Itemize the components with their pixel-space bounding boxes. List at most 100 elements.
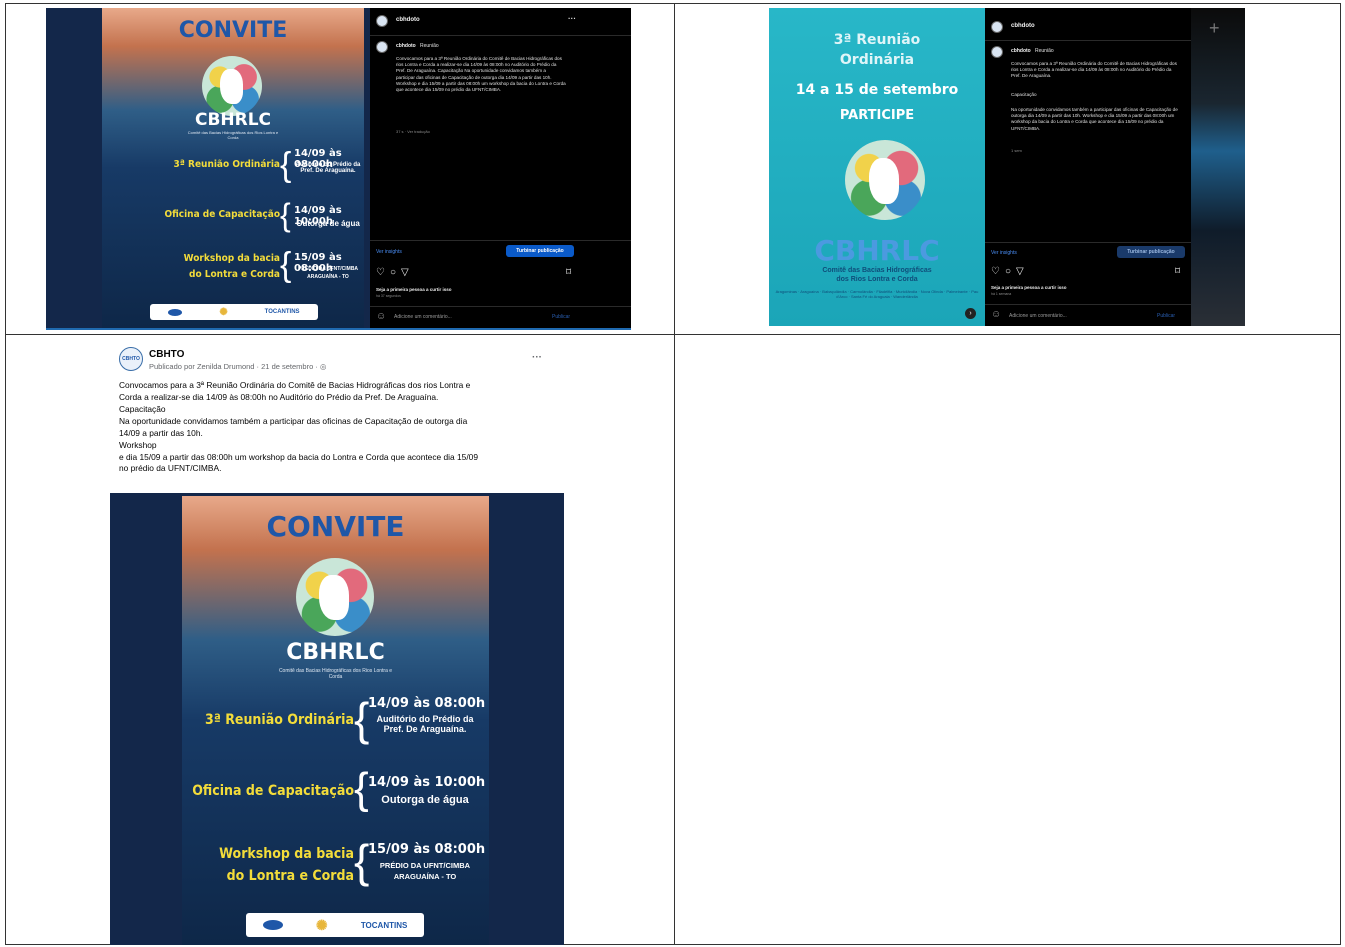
caption-avatar-2 [991, 46, 1003, 58]
comment-input[interactable]: Adicione um comentário... [394, 314, 452, 320]
fb-basin-logo [296, 558, 374, 636]
caption-username[interactable]: cbhdoto [396, 43, 416, 49]
poster-title: CONVITE [178, 18, 288, 43]
post-date: há 37 segundos [376, 294, 401, 298]
caption-text-2b: Capacitação [1011, 92, 1037, 97]
poster-item1-note: Auditório do Prédio da Pref. De Araguaín… [295, 162, 361, 174]
fb-poster-item2-title: Oficina de Capacitação [192, 783, 354, 799]
sun-icon: ✺ [219, 306, 228, 318]
bookmark-icon[interactable]: ⌑ [566, 267, 571, 278]
post-line-2: Corda a realizar-se dia 14/09 às 08:00h … [119, 391, 439, 402]
post-line-7: e dia 15/09 a partir das 08:00h um works… [119, 451, 478, 462]
actions-divider [370, 240, 631, 241]
teal-cta: PARTICIPE [839, 108, 915, 123]
fb-poster-item2-date: 14/09 às 10:00h [368, 775, 486, 790]
teal-line2: Ordinária [839, 52, 915, 68]
poster-item3-title-1: Workshop da bacia [183, 253, 280, 264]
header-divider-2 [985, 40, 1191, 41]
profile-username[interactable]: cbhdoto [396, 17, 420, 23]
grid-divider-vertical [674, 4, 675, 944]
page-name[interactable]: CBHTO [149, 349, 184, 360]
view-insights-link[interactable]: Ver insights [376, 249, 402, 255]
basin-logo [202, 56, 262, 116]
caption-username-2[interactable]: cbhdoto [1011, 48, 1031, 54]
fb-poster-item3-note-1: PRÉDIO DA UFNT/CIMBA [379, 861, 471, 870]
poster-item3-title-2: do Lontra e Corda [189, 269, 280, 280]
profile-avatar-2[interactable] [991, 21, 1003, 33]
post-date-2: há 1 semana [991, 292, 1012, 296]
post-image-frame[interactable]: CONVITE CBHRLC Comitê das Bacias Hidrogr… [110, 493, 564, 945]
caption-text-2c: Na oportunidade convidamos também a part… [1011, 107, 1178, 131]
emoji-icon[interactable]: ☺ [376, 311, 386, 322]
byline-text[interactable]: Publicado por Zenilda Drumond · 21 de se… [149, 362, 320, 371]
likes-text-2[interactable]: Seja a primeira pessoa a curtir isso [991, 285, 1067, 290]
poster-item3-note-2: ARAGUAÍNA - TO [307, 274, 349, 280]
add-icon[interactable]: + [1209, 18, 1220, 39]
poster-image: CONVITE CBHRLC Comitê das Bacias Hidrogr… [102, 8, 364, 328]
caption-text-2a: Convocamos para a 3ª Reunião Ordinária d… [1011, 61, 1177, 79]
post-line-3: Capacitação [119, 403, 166, 414]
post-line-6: Workshop [119, 439, 157, 450]
caption-avatar [376, 41, 388, 53]
teal-brand: CBHRLC [814, 234, 940, 267]
post-action-icons[interactable]: ♡○▽ [376, 267, 414, 278]
fb-poster-brand-sub: Comitê das Bacias Hidrográficas dos Rios… [278, 668, 393, 680]
cell-instagram-post-1: CONVITE CBHRLC Comitê das Bacias Hidrogr… [46, 8, 631, 328]
fb-poster-item3-title-2: do Lontra e Corda [226, 868, 354, 884]
fb-poster-item1-note: Auditório do Prédio da Pref. De Araguaín… [376, 714, 474, 734]
post-line-5: 14/09 a partir das 10h. [119, 427, 203, 438]
profile-username-2[interactable]: cbhdoto [1011, 23, 1035, 29]
caption-word-2: Reunião [1035, 48, 1054, 54]
poster-sponsors-bar: ✺ TOCANTINS [150, 304, 318, 320]
fb-poster-item3-date: 15/09 às 08:00h [368, 842, 486, 857]
sponsor-state: TOCANTINS [264, 309, 300, 315]
profile-avatar[interactable] [376, 15, 388, 27]
emoji-icon-2[interactable]: ☺ [991, 309, 1001, 320]
poster-item1-title: 3ª Reunião Ordinária [173, 159, 280, 170]
fb-poster-item2-note: Outorga de água [381, 794, 469, 806]
view-insights-link-2[interactable]: Ver insights [991, 250, 1017, 256]
poster-brand-sub: Comitê das Bacias Hidrográficas dos Rios… [187, 130, 279, 140]
caption-word: Reunião [420, 43, 439, 49]
comment-input-2[interactable]: Adicione um comentário... [1009, 313, 1067, 319]
poster-brand: CBHRLC [194, 110, 272, 130]
boost-post-button-2[interactable]: Turbinar publicação [1117, 246, 1185, 258]
caption-meta-2[interactable]: 1 sem [1011, 148, 1022, 153]
fb-poster-item3-title-1: Workshop da bacia [219, 846, 354, 862]
comment-divider-2 [985, 304, 1191, 305]
boost-post-button[interactable]: Turbinar publicação [506, 245, 574, 257]
fb-poster-brand: CBHRLC [286, 640, 385, 665]
comment-divider [370, 306, 631, 307]
post-line-8: no prédio da UFNT/CIMBA. [119, 463, 222, 474]
fb-sponsor-logo-icon [262, 920, 283, 930]
fb-poster-title: CONVITE [266, 510, 405, 543]
bookmark-icon-2[interactable]: ⌑ [1175, 266, 1180, 277]
teal-sub2: dos Rios Lontra e Corda [836, 276, 918, 283]
globe-icon: ◎ [319, 362, 327, 371]
fb-sponsor-state: TOCANTINS [360, 920, 408, 930]
poster-item2-note: Outorga de água [296, 219, 360, 228]
sponsor-logo-icon [168, 308, 183, 316]
post-text: Convocamos para a 3ª Reunião Ordinária d… [119, 380, 559, 475]
teal-poster-image: 3ª Reunião Ordinária 14 a 15 de setembro… [769, 8, 985, 326]
fb-poster-item3-note-2: ARAGUAÍNA - TO [393, 872, 457, 881]
caption-meta[interactable]: 37 s · Ver tradução [396, 129, 430, 134]
likes-text[interactable]: Seja a primeira pessoa a curtir isso [376, 287, 452, 292]
poster-brace-2: { [280, 197, 291, 233]
fb-poster-sponsors-bar: ✺ TOCANTINS [246, 913, 424, 937]
facebook-post: CBHTO CBHTO Publicado por Zenilda Drumon… [110, 340, 564, 945]
instagram-panel-2: cbhdoto cbhdoto Reunião Convocamos para … [985, 8, 1191, 326]
caption-text: Convocamos para a 3ª Reunião Ordinária d… [396, 56, 566, 92]
post-line-1: Convocamos para a 3ª Reunião Ordinária d… [119, 380, 471, 390]
carousel-next-icon[interactable]: › [965, 308, 976, 319]
publish-button-2[interactable]: Publicar [1157, 313, 1175, 319]
teal-basin-logo [845, 140, 925, 220]
publish-button[interactable]: Publicar [552, 314, 570, 320]
header-divider [370, 35, 631, 36]
grid-divider-horizontal [6, 334, 1340, 335]
more-options-button[interactable]: ··· [532, 352, 542, 363]
page-avatar[interactable]: CBHTO [119, 347, 143, 371]
cell-1-underline [46, 328, 631, 330]
post-action-icons-2[interactable]: ♡○▽ [991, 266, 1029, 277]
more-options-icon[interactable]: ··· [568, 14, 576, 23]
